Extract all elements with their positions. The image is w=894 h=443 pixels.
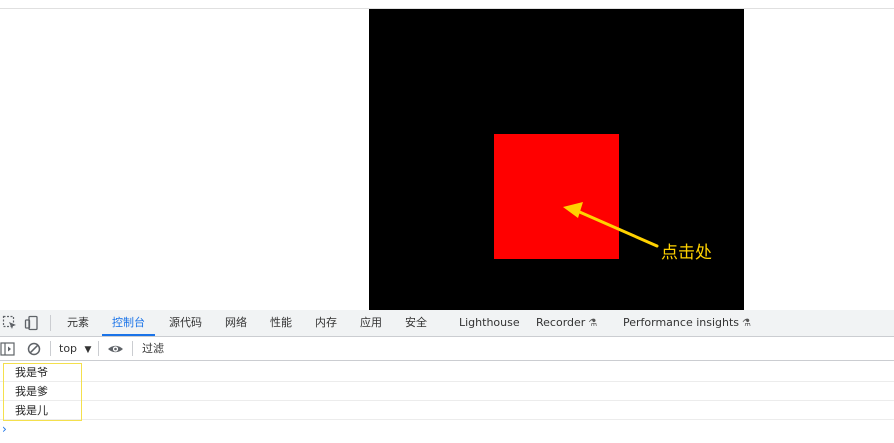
toolbar-separator bbox=[98, 341, 99, 356]
tab-lighthouse[interactable]: Lighthouse bbox=[459, 310, 520, 336]
log-line: 我是儿 bbox=[0, 401, 894, 420]
console-prompt-icon[interactable]: › bbox=[2, 422, 7, 436]
clear-console-icon[interactable] bbox=[26, 341, 42, 357]
tab-performance[interactable]: 性能 bbox=[270, 310, 292, 336]
tab-memory[interactable]: 内存 bbox=[315, 310, 337, 336]
tab-elements[interactable]: 元素 bbox=[67, 310, 89, 336]
tab-recorder[interactable]: Recorder ⚗ bbox=[536, 310, 597, 336]
device-toolbar-icon[interactable] bbox=[24, 315, 40, 331]
dropdown-arrow-icon: ▼ bbox=[84, 345, 92, 355]
flask-icon: ⚗ bbox=[588, 318, 598, 329]
tab-sources[interactable]: 源代码 bbox=[169, 310, 202, 336]
highlight-box bbox=[3, 363, 82, 421]
flask-icon: ⚗ bbox=[742, 318, 751, 329]
inspect-element-icon[interactable] bbox=[2, 315, 18, 331]
console-toolbar: top ▼ bbox=[0, 337, 894, 361]
log-line: 我是爷 bbox=[0, 363, 894, 382]
toolbar-separator bbox=[50, 341, 51, 356]
tab-recorder-label: Recorder bbox=[536, 316, 586, 329]
toolbar-separator bbox=[50, 315, 51, 331]
console-messages: 我是爷 我是爹 我是儿 › bbox=[0, 363, 894, 443]
canvas-stage: 点击处 bbox=[369, 9, 744, 310]
tab-performance-insights-label: Performance insights bbox=[623, 316, 740, 329]
context-selector-value: top bbox=[59, 342, 78, 355]
tab-application[interactable]: 应用 bbox=[360, 310, 382, 336]
devtools-panel: 元素 控制台 源代码 网络 性能 内存 应用 安全 Lighthouse Rec… bbox=[0, 310, 894, 443]
context-selector[interactable]: top ▼ bbox=[59, 337, 91, 360]
annotation-label: 点击处 bbox=[661, 243, 712, 263]
tab-performance-insights[interactable]: Performance insights ⚗ bbox=[623, 310, 751, 336]
devtools-tabbar: 元素 控制台 源代码 网络 性能 内存 应用 安全 Lighthouse Rec… bbox=[0, 310, 894, 337]
eye-icon[interactable] bbox=[107, 341, 124, 357]
log-line: 我是爹 bbox=[0, 382, 894, 401]
tab-network[interactable]: 网络 bbox=[225, 310, 247, 336]
tab-console[interactable]: 控制台 bbox=[102, 310, 155, 336]
toolbar-separator bbox=[132, 341, 133, 356]
show-sidebar-icon[interactable] bbox=[0, 341, 16, 357]
tab-security[interactable]: 安全 bbox=[405, 310, 427, 336]
filter-input[interactable] bbox=[138, 339, 446, 358]
